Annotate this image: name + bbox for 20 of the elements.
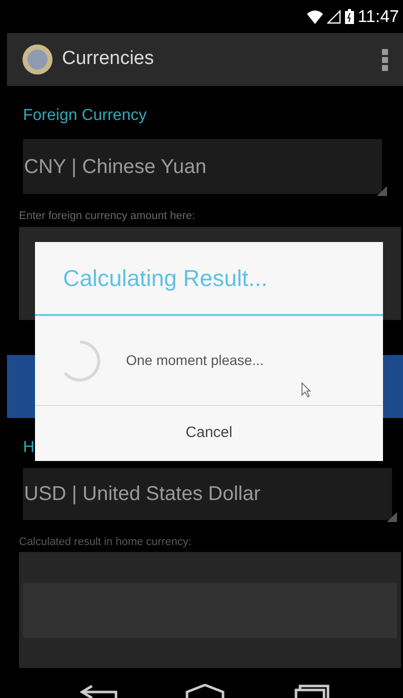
- section-heading: Foreign Currency: [23, 106, 148, 124]
- mouse-cursor-icon: [301, 382, 311, 398]
- dropdown-corner-icon: [377, 186, 387, 196]
- battery-icon: [344, 9, 354, 24]
- section-heading: H: [23, 438, 36, 456]
- app-title: Currencies: [62, 47, 154, 72]
- currency-dropdown[interactable]: CNY | Chinese Yuan: [23, 139, 382, 194]
- dropdown-corner-icon: [387, 512, 397, 522]
- coin-icon: [22, 44, 53, 75]
- wifi-icon: [306, 10, 323, 24]
- dialog-message: One moment please...: [126, 351, 264, 370]
- field-label: Calculated result in home currency:: [19, 534, 192, 550]
- signal-icon: [326, 10, 341, 24]
- home-icon[interactable]: [184, 684, 225, 698]
- field-label: Enter foreign currency amount here:: [19, 209, 196, 224]
- overflow-menu-icon[interactable]: [382, 48, 388, 70]
- back-icon[interactable]: [80, 684, 120, 698]
- status-time: 11:47: [358, 6, 399, 28]
- currency-dropdown[interactable]: USD | United States Dollar: [23, 468, 392, 520]
- dialog-title: Calculating Result...: [63, 264, 268, 293]
